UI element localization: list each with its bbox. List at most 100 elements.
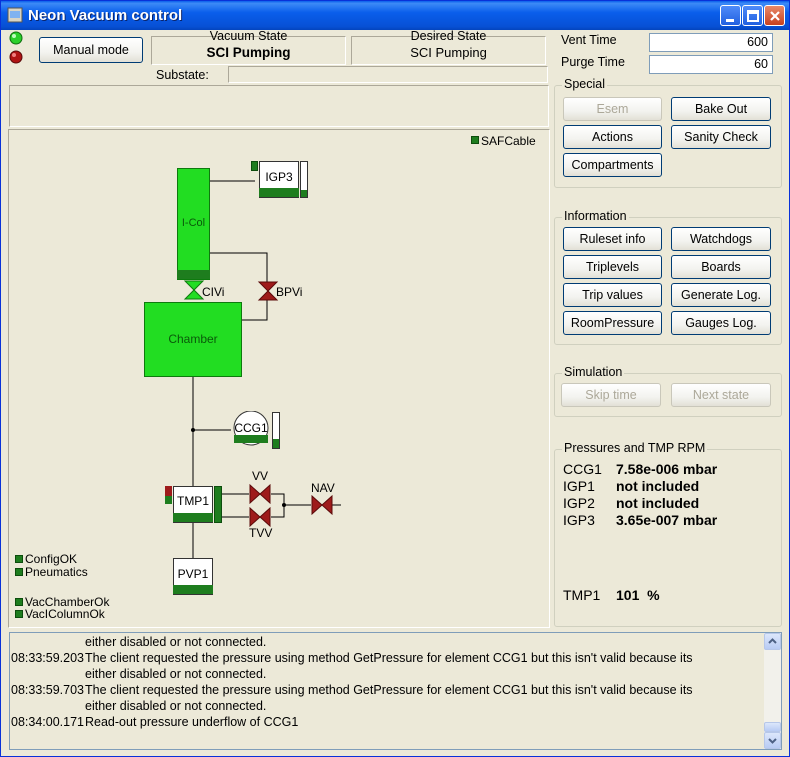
bake-out-button[interactable]: Bake Out [671, 97, 771, 121]
tmp1-label: TMP1 [176, 494, 209, 508]
close-icon [770, 11, 780, 21]
room-pressure-button[interactable]: RoomPressure [563, 311, 662, 335]
simulation-group-title: Simulation [562, 365, 625, 379]
window-title: Neon Vacuum control [28, 7, 183, 24]
desired-state-value: SCI Pumping [410, 45, 487, 60]
red-led-icon [9, 50, 23, 64]
log-time: 08:34:00.171 [11, 715, 84, 729]
nav-label: NAV [311, 481, 335, 495]
next-state-button[interactable]: Next state [671, 383, 771, 407]
tmp-rpm-value: 101 % [616, 587, 660, 603]
log-text: Read-out pressure underflow of CCG1 [85, 715, 299, 729]
vacuum-state-value: SCI Pumping [206, 45, 291, 60]
substate-label: Substate: [156, 68, 209, 82]
sanity-check-button[interactable]: Sanity Check [671, 125, 771, 149]
green-led-icon [9, 31, 23, 45]
chevron-up-icon [768, 638, 777, 644]
vv-label: VV [252, 469, 269, 483]
actions-button[interactable]: Actions [563, 125, 662, 149]
tmp1-ok-led [165, 496, 172, 504]
trip-values-button[interactable]: Trip values [563, 283, 662, 307]
log-text: The client requested the pressure using … [85, 651, 693, 665]
log-text: The client requested the pressure using … [85, 683, 693, 697]
close-button[interactable] [764, 5, 785, 26]
tmp1-rpm-gauge [214, 486, 222, 523]
icol-label: I-Col [181, 217, 206, 229]
pressures-group-title: Pressures and TMP RPM [562, 441, 708, 455]
skip-time-button[interactable]: Skip time [561, 383, 661, 407]
chamber-label: Chamber [168, 332, 218, 346]
log-text: either disabled or not connected. [85, 635, 267, 649]
pressure-name: IGP3 [563, 512, 595, 528]
vac-chamber-ok-led [15, 598, 23, 606]
tmp1-status-bar [173, 513, 213, 522]
scroll-up-button[interactable] [764, 633, 781, 650]
desired-state-caption: Desired State [410, 29, 487, 43]
scroll-thumb[interactable] [764, 722, 781, 732]
saf-cable-label: SAFCable [481, 134, 536, 148]
main-window: Neon Vacuum control Manual mode Vacuum S… [0, 0, 790, 757]
tvv-label: TVV [249, 526, 273, 540]
tmp-rpm-name: TMP1 [563, 587, 601, 603]
substate-field [228, 66, 548, 83]
vacuum-diagram: SAFCable I-Col IGP3 CIVi BPVi Chamber CC… [9, 130, 549, 627]
log-time: 08:33:59.203 [11, 651, 84, 665]
pressure-value: 7.58e-006 mbar [616, 461, 718, 477]
minimize-icon [726, 19, 734, 22]
purge-time-label: Purge Time [561, 55, 625, 69]
vac-column-ok-label: VacIColumnOk [25, 607, 105, 621]
igp3-status-bar [259, 188, 299, 197]
watchdogs-button[interactable]: Watchdogs [671, 227, 771, 251]
log-text: either disabled or not connected. [85, 699, 267, 713]
saf-cable-led [471, 136, 479, 144]
pressure-name: IGP2 [563, 495, 595, 511]
diagram-lines [191, 180, 341, 558]
special-group-title: Special [562, 77, 607, 91]
igp3-gauge-fill [301, 190, 307, 197]
manual-mode-button[interactable]: Manual mode [39, 37, 143, 63]
pvp1-status-bar [173, 585, 213, 594]
ccg1-bar-fill [273, 439, 279, 448]
compartments-button[interactable]: Compartments [563, 153, 662, 177]
scroll-down-button[interactable] [764, 732, 781, 749]
vacuum-state-caption: Vacuum State [209, 29, 288, 43]
pressure-name: CCG1 [563, 461, 602, 477]
bpvi-label: BPVi [276, 285, 303, 299]
chevron-down-icon [768, 738, 777, 744]
maximize-button[interactable] [742, 5, 763, 26]
config-ok-led [15, 555, 23, 563]
nav-valve-icon[interactable] [311, 495, 333, 515]
config-ok-label: ConfigOK [25, 552, 78, 566]
vv-valve-icon[interactable] [249, 484, 271, 504]
pressure-name: IGP1 [563, 478, 595, 494]
maximize-icon [747, 10, 759, 22]
message-panel [9, 85, 549, 127]
igp3-label: IGP3 [265, 170, 293, 184]
vent-time-label: Vent Time [561, 33, 617, 47]
esem-button[interactable]: Esem [563, 97, 662, 121]
ccg1-label: CCG1 [234, 421, 268, 435]
title-bar[interactable]: Neon Vacuum control [1, 1, 789, 30]
vent-time-input[interactable]: 600 [649, 33, 773, 52]
log-text: either disabled or not connected. [85, 667, 267, 681]
log-scrollbar[interactable] [764, 633, 781, 749]
pvp1-label: PVP1 [177, 567, 209, 581]
status-leds [9, 31, 23, 64]
generate-log-button[interactable]: Generate Log. [671, 283, 771, 307]
purge-time-input[interactable]: 60 [649, 55, 773, 74]
tvv-valve-icon[interactable] [249, 507, 271, 527]
civi-label: CIVi [202, 285, 225, 299]
ruleset-info-button[interactable]: Ruleset info [563, 227, 662, 251]
icol-status-bar [177, 270, 210, 279]
information-group-title: Information [562, 209, 629, 223]
pneumatics-label: Pneumatics [25, 565, 88, 579]
gauges-log-button[interactable]: Gauges Log. [671, 311, 771, 335]
log-time: 08:33:59.703 [11, 683, 84, 697]
tmp1-fault-led [165, 486, 172, 496]
log-panel[interactable]: either disabled or not connected. 08:33:… [9, 632, 782, 750]
pressure-value: 3.65e-007 mbar [616, 512, 718, 528]
triplevels-button[interactable]: Triplevels [563, 255, 662, 279]
app-icon [7, 7, 23, 23]
boards-button[interactable]: Boards [671, 255, 771, 279]
minimize-button[interactable] [720, 5, 741, 26]
